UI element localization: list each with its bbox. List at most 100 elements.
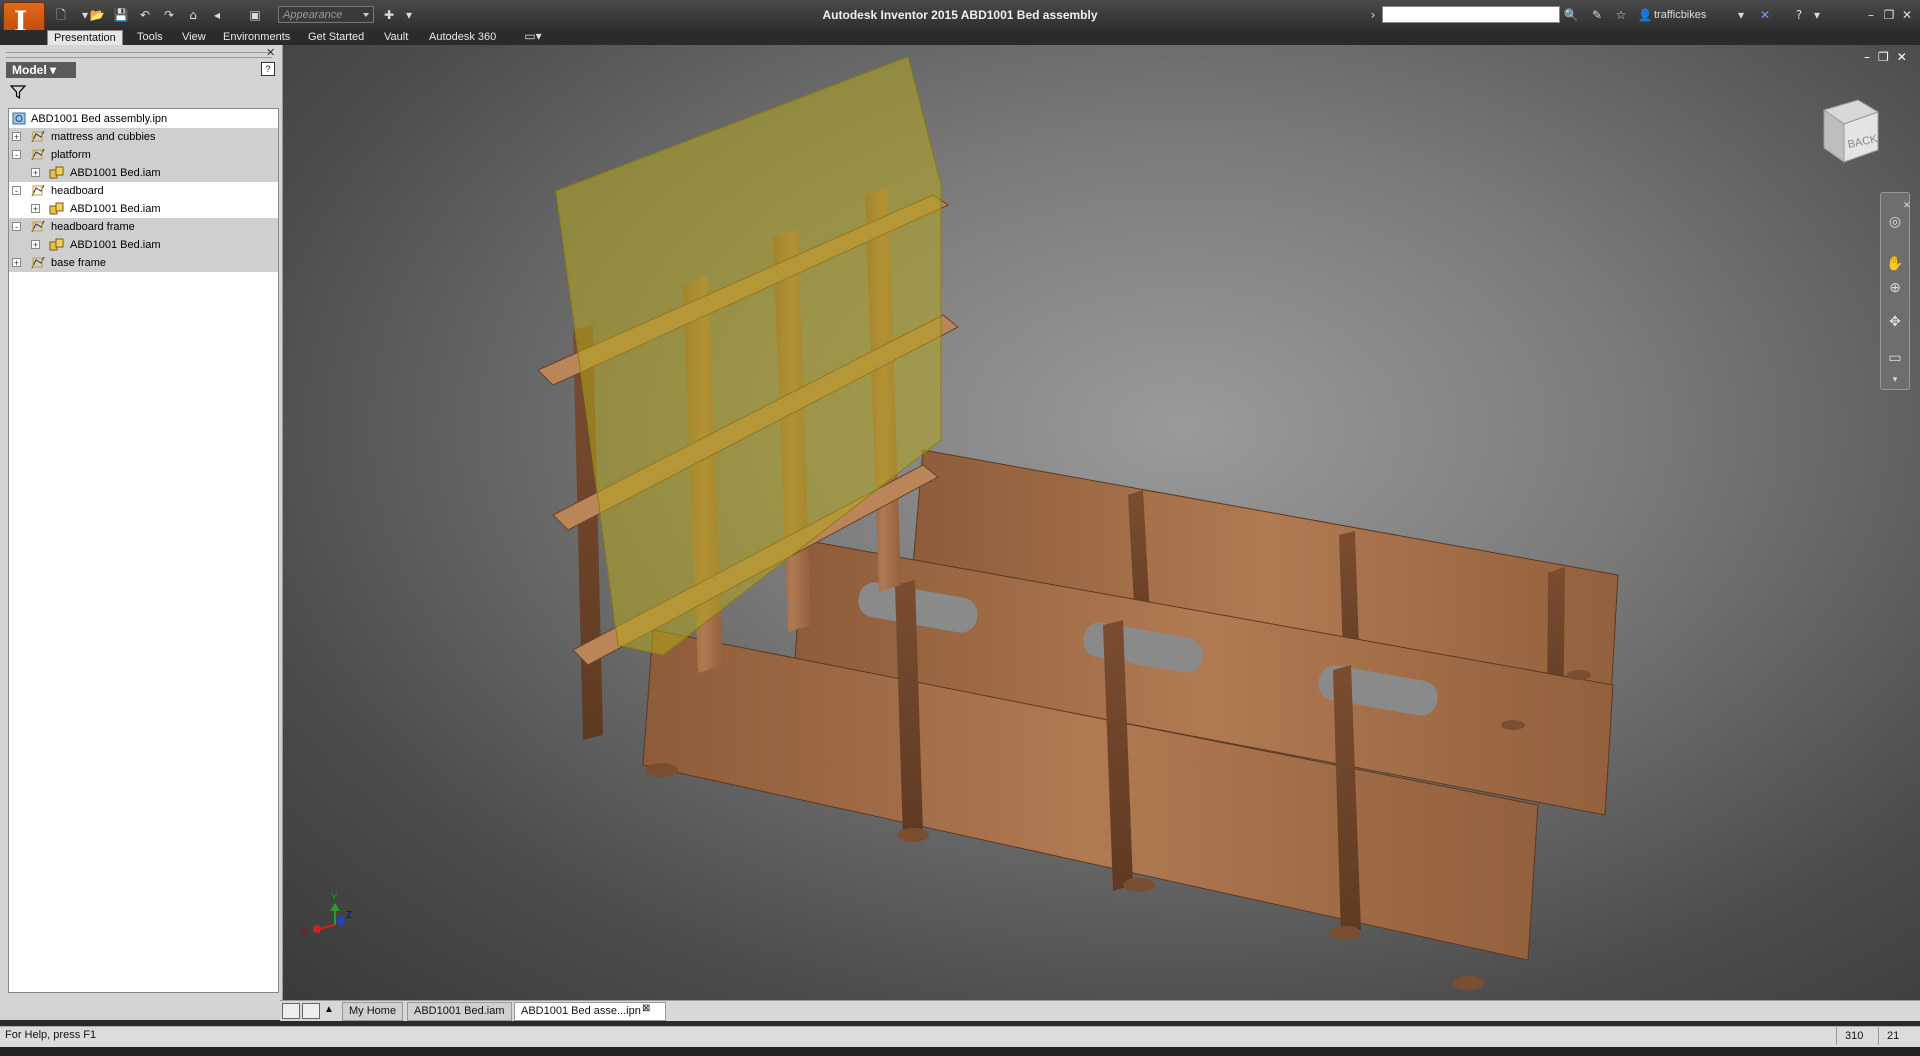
chevron-right-icon[interactable]: › <box>1364 6 1382 24</box>
chevron-down-icon[interactable]: ▾ <box>1808 6 1826 24</box>
tree-node-label: headboard <box>51 185 104 197</box>
tree-node-label: base frame <box>51 257 107 269</box>
close-icon[interactable]: ✕ <box>1898 6 1916 24</box>
help-icon[interactable]: ? <box>1790 6 1808 24</box>
view-icon <box>31 220 45 233</box>
new-file-icon[interactable]: 🗋 <box>52 6 70 24</box>
axis-x-label: X <box>301 926 308 937</box>
view-icon <box>31 184 45 197</box>
axis-y-label: Y <box>331 892 338 903</box>
chevron-down-icon[interactable]: ▾ <box>1732 6 1750 24</box>
view-icon <box>31 130 45 143</box>
appearance-dropdown[interactable]: Appearance <box>278 6 374 23</box>
tab-vault[interactable]: Vault <box>378 30 414 45</box>
expand-icon[interactable]: + <box>12 258 21 268</box>
presentation-file-icon <box>12 112 26 125</box>
browser-model-dropdown[interactable]: Model ▾ <box>6 62 76 78</box>
tree-node-label: mattress and cubbies <box>51 131 156 143</box>
viewcube[interactable]: BACK <box>1818 96 1882 168</box>
close-icon[interactable]: ✕ <box>1897 50 1907 64</box>
tree-node-base-frame[interactable]: + base frame <box>9 254 278 272</box>
bed-assembly-model[interactable]: X Y Z <box>283 45 1920 1000</box>
favorites-star-icon[interactable]: ☆ <box>1612 6 1630 24</box>
tree-node-bed-iam[interactable]: + ABD1001 Bed.iam <box>9 164 278 182</box>
collapse-icon[interactable]: - <box>12 222 21 232</box>
status-help-text: For Help, press F1 <box>5 1029 97 1041</box>
doc-tab-my-home[interactable]: My Home <box>342 1002 404 1021</box>
axis-z-label: Z <box>346 910 352 921</box>
ribbon-options-icon[interactable]: ▭▾ <box>524 29 542 44</box>
update-icon[interactable]: ▣ <box>246 6 264 24</box>
search-icon[interactable]: 🔍 <box>1562 6 1580 24</box>
select-icon[interactable]: ◂ <box>208 6 226 24</box>
minimize-icon[interactable]: – <box>1864 50 1870 64</box>
tree-node-root[interactable]: ABD1001 Bed assembly.ipn <box>9 110 278 128</box>
tree-node-platform[interactable]: - platform <box>9 146 278 164</box>
close-icon[interactable]: ✕ <box>266 46 275 59</box>
tree-node-label: platform <box>51 149 91 161</box>
taskbar-strip <box>0 1047 1920 1056</box>
close-tab-icon[interactable]: ⊠ <box>642 1003 650 1014</box>
help-icon[interactable]: ? <box>261 62 275 76</box>
subscription-icon[interactable]: ✎ <box>1588 6 1606 24</box>
pan-icon[interactable]: ✋ <box>1886 255 1904 273</box>
orbit-icon[interactable]: ✥ <box>1886 313 1904 331</box>
filter-icon[interactable] <box>10 84 26 100</box>
tree-node-label: ABD1001 Bed assembly.ipn <box>31 113 168 125</box>
collapse-icon[interactable]: - <box>12 150 21 160</box>
tab-view[interactable]: View <box>176 30 212 45</box>
look-at-icon[interactable]: ▭ <box>1886 349 1904 367</box>
exchange-apps-icon[interactable]: ✕ <box>1756 6 1774 24</box>
expand-icon[interactable]: + <box>31 240 40 250</box>
document-window-controls: – ❐ ✕ <box>1856 50 1907 64</box>
tree-node-bed-iam[interactable]: + ABD1001 Bed.iam <box>9 200 278 218</box>
navigation-bar: ✕ ◎ ✋ ⊕ ✥ ▭ ▾ <box>1880 192 1911 390</box>
model-browser-tree: ABD1001 Bed assembly.ipn + mattress and … <box>8 108 279 993</box>
help-search-input[interactable] <box>1382 6 1560 23</box>
expand-icon[interactable]: + <box>31 204 40 214</box>
assembly-icon <box>49 238 64 251</box>
tree-node-mattress-and-cubbies[interactable]: + mattress and cubbies <box>9 128 278 146</box>
panel-grip[interactable] <box>6 52 272 58</box>
steering-wheel-icon[interactable]: ◎ <box>1886 213 1904 231</box>
doc-tab-bed-iam[interactable]: ABD1001 Bed.iam <box>407 1002 512 1021</box>
chevron-down-icon[interactable]: ▾ <box>1886 371 1904 389</box>
save-icon[interactable]: 💾 <box>112 6 130 24</box>
collapse-icon[interactable]: - <box>12 186 21 196</box>
user-icon[interactable]: 👤 <box>1636 6 1654 24</box>
open-folder-icon[interactable]: 📂 <box>88 6 106 24</box>
doc-tab-label: ABD1001 Bed asse...ipn <box>521 1005 641 1017</box>
view-icon <box>31 148 45 161</box>
tab-tools[interactable]: Tools <box>131 30 169 45</box>
tile-icon[interactable] <box>282 1003 300 1019</box>
tree-node-label: ABD1001 Bed.iam <box>70 239 161 251</box>
tab-presentation[interactable]: Presentation <box>47 30 123 46</box>
redo-icon[interactable]: ↷ <box>160 6 178 24</box>
restore-icon[interactable]: ❐ <box>1880 6 1898 24</box>
status-bar <box>0 1026 1920 1048</box>
chevron-up-icon[interactable]: ▲ <box>322 1002 336 1018</box>
graphics-viewport[interactable]: X Y Z <box>283 45 1920 1000</box>
expand-icon[interactable]: + <box>12 132 21 142</box>
axis-triad: X Y Z <box>301 892 352 937</box>
tree-node-bed-iam[interactable]: + ABD1001 Bed.iam <box>9 236 278 254</box>
tree-node-headboard[interactable]: - headboard <box>9 182 278 200</box>
restore-icon[interactable]: ❐ <box>1878 50 1889 64</box>
minimize-icon[interactable]: – <box>1862 6 1880 24</box>
expand-icon[interactable]: + <box>31 168 40 178</box>
undo-icon[interactable]: ↶ <box>136 6 154 24</box>
tree-node-label: headboard frame <box>51 221 135 233</box>
status-count-occurrences: 310 <box>1836 1027 1883 1045</box>
tab-autodesk-360[interactable]: Autodesk 360 <box>423 30 502 45</box>
zoom-icon[interactable]: ⊕ <box>1886 279 1904 297</box>
cascade-icon[interactable] <box>302 1003 320 1019</box>
tab-environments[interactable]: Environments <box>217 30 296 45</box>
sign-in-username[interactable]: trafficbikes <box>1654 0 1706 30</box>
customize-icon[interactable]: ▾ <box>400 6 418 24</box>
status-count-documents: 21 <box>1878 1027 1920 1045</box>
add-icon[interactable]: ✚ <box>380 6 398 24</box>
tab-get-started[interactable]: Get Started <box>302 30 370 45</box>
tree-node-headboard-frame[interactable]: - headboard frame <box>9 218 278 236</box>
home-icon[interactable]: ⌂ <box>184 6 202 24</box>
tree-node-label: ABD1001 Bed.iam <box>70 167 161 179</box>
